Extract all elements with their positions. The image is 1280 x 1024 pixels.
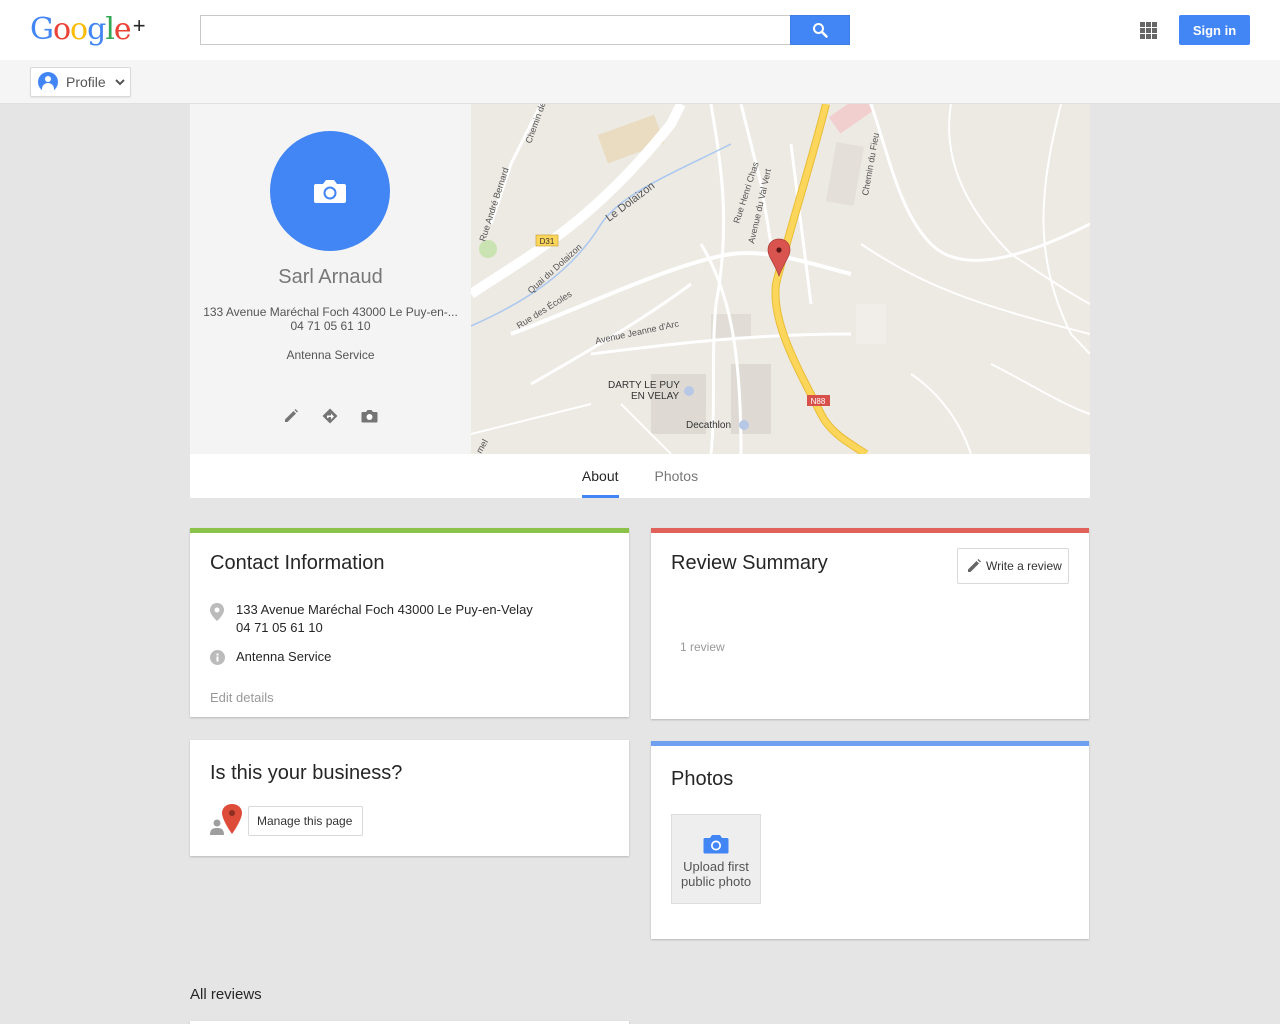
profile-tabs: About Photos [190,454,1090,498]
logo-wordmark: Google [30,12,132,47]
chevron-down-icon [114,78,125,85]
profile-avatar-icon [38,72,58,92]
owner-pin-icon [210,804,242,835]
sub-bar: Profile [0,60,1280,104]
upload-photo-line1: Upload first [683,859,749,874]
upload-photo-tile[interactable]: Upload first public photo [671,814,761,904]
map-label-decathlon: Decathlon [686,420,731,431]
map-road-badge-n88: N88 [811,397,826,406]
pencil-icon [285,409,298,422]
map-label-darty-1: DARTY LE PUY [608,380,680,391]
tab-photos[interactable]: Photos [637,454,717,498]
add-photo-action[interactable] [358,406,380,426]
review-summary-card: Review Summary Write a review 1 review [651,528,1089,719]
location-pin-icon [210,603,224,621]
top-bar: Google+ Sign in [0,0,1280,60]
business-name: Sarl Arnaud [278,266,383,288]
profile-dropdown-label: Profile [66,74,106,90]
pencil-icon [968,559,981,572]
contact-address: 133 Avenue Maréchal Foch 43000 Le Puy-en… [236,602,533,617]
info-icon [210,650,225,665]
review-count[interactable]: 1 review [680,640,725,654]
directions-action[interactable] [319,406,341,426]
manage-page-button[interactable]: Manage this page [248,806,363,836]
business-category: Antenna Service [286,348,375,362]
logo-plus: + [132,13,146,38]
tab-about[interactable]: About [564,454,637,498]
location-map[interactable]: D31 N88 Chemin de la Se Rue André Bernar… [471,104,1090,454]
contact-card-title: Contact Information [210,552,385,574]
search-icon [813,23,828,38]
upload-photo-line2: public photo [680,874,752,889]
profile-dropdown[interactable]: Profile [30,67,131,97]
map-label-darty-2: EN VELAY [631,391,679,402]
camera-icon [314,180,346,203]
edit-details-link[interactable]: Edit details [210,690,274,705]
directions-icon [322,408,338,424]
review-card-title: Review Summary [671,552,828,574]
business-actions [280,406,380,426]
contact-phone: 04 71 05 61 10 [236,620,323,635]
photos-card: Photos Upload first public photo [651,741,1089,939]
contact-category: Antenna Service [236,649,332,664]
search-button[interactable] [790,15,850,45]
google-plus-logo[interactable]: Google+ [30,12,146,47]
manage-page-label: Manage this page [257,814,353,828]
edit-action[interactable] [280,406,302,426]
camera-icon [703,835,729,854]
contact-information-card: Contact Information 133 Avenue Maréchal … [190,528,629,717]
write-review-button[interactable]: Write a review [957,548,1069,584]
business-header-card: Sarl Arnaud 133 Avenue Maréchal Foch 430… [190,104,1090,498]
search-input[interactable] [200,15,791,45]
write-review-label: Write a review [986,559,1062,573]
business-phone: 04 71 05 61 10 [290,319,371,333]
photos-card-title: Photos [671,768,734,790]
map-canvas: D31 N88 Chemin de la Se Rue André Bernar… [471,104,1090,454]
apps-grid-icon[interactable] [1140,22,1157,39]
business-avatar[interactable] [270,131,390,251]
camera-small-icon [361,410,377,423]
business-info-panel: Sarl Arnaud 133 Avenue Maréchal Foch 430… [190,104,471,454]
business-address: 133 Avenue Maréchal Foch 43000 Le Puy-en… [203,305,458,319]
all-reviews-heading: All reviews [190,986,262,1003]
ownership-card-title: Is this your business? [210,762,403,784]
sign-in-button[interactable]: Sign in [1179,15,1250,45]
ownership-card: Is this your business? Manage this page [190,740,629,856]
map-road-badge-d31: D31 [540,237,555,246]
